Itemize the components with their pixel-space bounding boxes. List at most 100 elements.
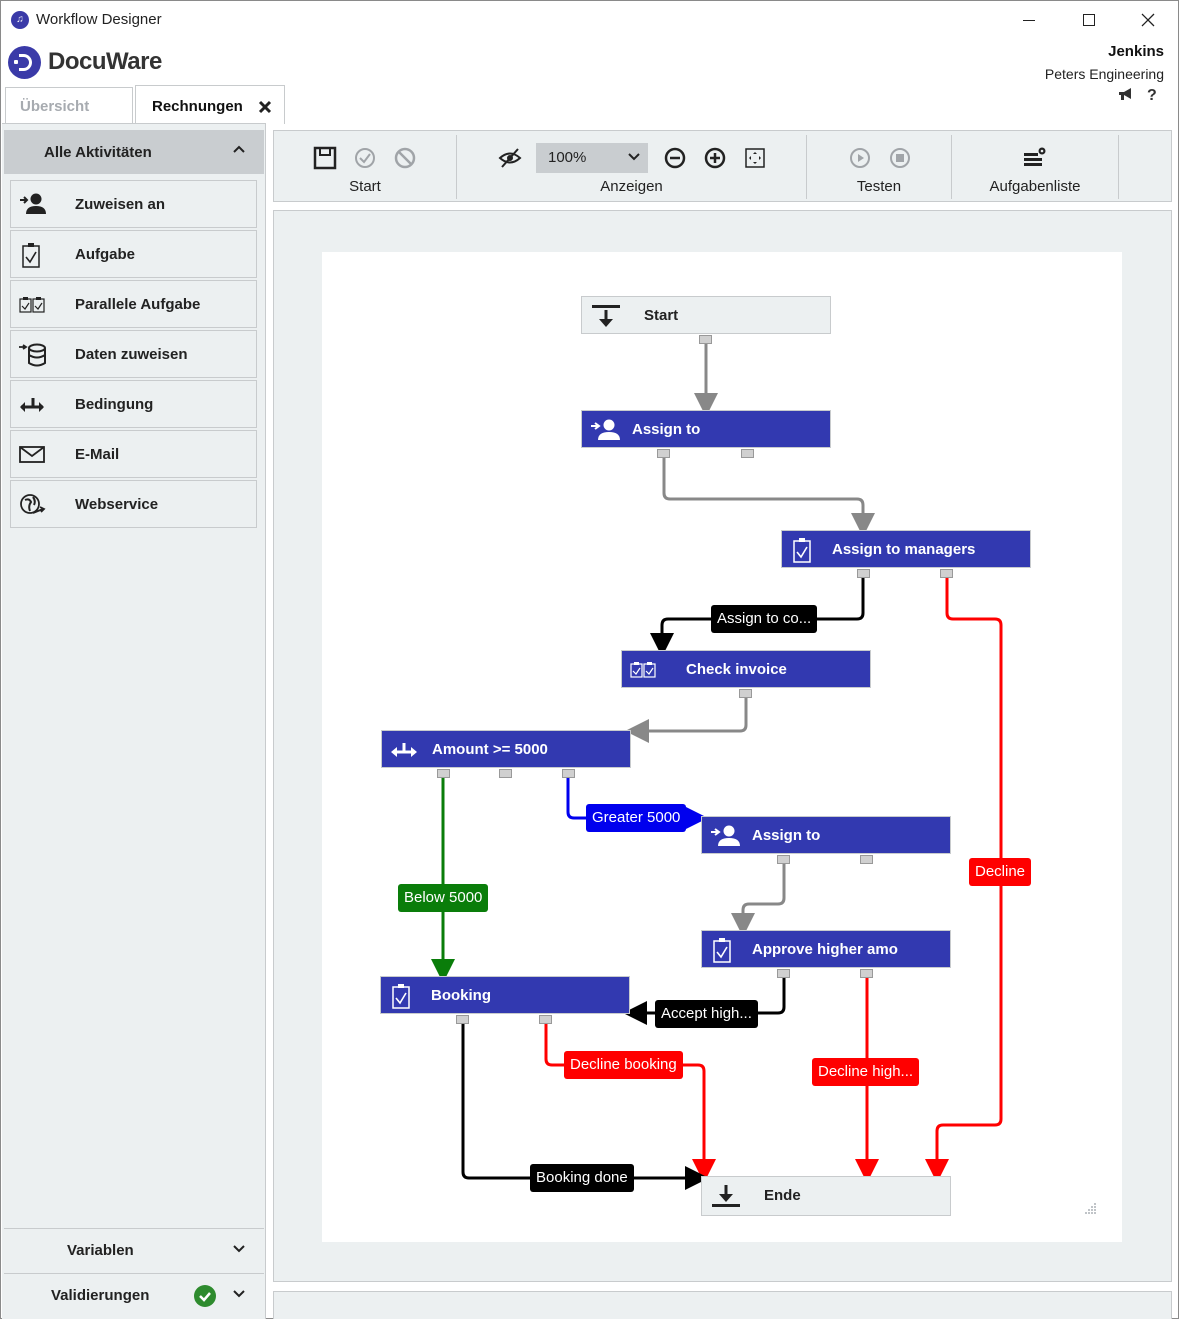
activity-assign-data[interactable]: Daten zuweisen xyxy=(10,330,257,378)
all-activities-label: Alle Aktivitäten xyxy=(44,144,152,161)
node-port[interactable] xyxy=(777,969,790,978)
node-check-invoice[interactable]: Check invoice xyxy=(621,650,871,688)
zoom-in-icon[interactable] xyxy=(702,145,728,171)
node-label: Amount >= 5000 xyxy=(432,741,548,758)
node-port[interactable] xyxy=(562,769,575,778)
close-window-button[interactable] xyxy=(1128,7,1168,33)
activity-webservice[interactable]: Webservice xyxy=(10,480,257,528)
stop-icon[interactable] xyxy=(887,145,913,171)
task-clipboard-icon xyxy=(713,938,731,963)
fit-to-screen-icon[interactable] xyxy=(742,145,768,171)
node-start[interactable]: Start xyxy=(581,296,831,334)
validate-icon[interactable] xyxy=(352,145,378,171)
activity-condition[interactable]: Bedingung xyxy=(10,380,257,428)
edge-label[interactable]: Accept high... xyxy=(655,1000,758,1028)
node-label: Assign to managers xyxy=(832,541,976,558)
toolbar-group-view: 100% Anzeigen xyxy=(457,135,807,199)
node-port[interactable] xyxy=(657,449,670,458)
node-assign-to-2[interactable]: Assign to xyxy=(701,816,951,854)
node-assign-to-managers[interactable]: Assign to managers xyxy=(781,530,1031,568)
node-port[interactable] xyxy=(739,689,752,698)
condition-icon xyxy=(391,743,417,757)
edge-label[interactable]: Below 5000 xyxy=(398,884,489,912)
node-port[interactable] xyxy=(777,855,790,864)
resize-grip-icon[interactable] xyxy=(1083,1201,1097,1215)
minimize-button[interactable] xyxy=(1009,7,1049,33)
edge-label[interactable]: Decline booking xyxy=(564,1051,683,1079)
all-activities-header[interactable]: Alle Aktivitäten xyxy=(4,130,264,174)
close-icon xyxy=(1141,13,1155,27)
node-port[interactable] xyxy=(539,1015,552,1024)
tab-invoices[interactable]: Rechnungen xyxy=(135,85,285,124)
webservice-icon xyxy=(20,494,46,514)
activity-label: Parallele Aufgabe xyxy=(75,296,201,313)
edge-label[interactable]: Greater 5000 xyxy=(586,804,687,832)
activity-label: Zuweisen an xyxy=(75,196,166,213)
task-clipboard-icon xyxy=(392,984,410,1009)
toolbar-group-label: Start xyxy=(349,178,381,195)
play-icon[interactable] xyxy=(847,145,873,171)
activity-label: Bedingung xyxy=(75,396,154,413)
megaphone-icon xyxy=(1119,88,1131,100)
workflow-designer-window: ♫ Workflow Designer DocuWare Jenkins Pet… xyxy=(0,0,1179,1319)
node-port[interactable] xyxy=(940,569,953,578)
node-port[interactable] xyxy=(699,335,712,344)
app-icon: ♫ xyxy=(11,11,29,29)
node-label: Approve higher amo xyxy=(752,941,898,958)
zoom-out-icon[interactable] xyxy=(662,145,688,171)
node-amount-condition[interactable]: Amount >= 5000 xyxy=(381,730,631,768)
zoom-level-select[interactable]: 100% xyxy=(536,143,648,173)
maximize-button[interactable] xyxy=(1069,7,1109,33)
ribbon-toolbar: Start 100% Anzeigen Testen Aufgabenliste xyxy=(273,130,1172,202)
close-tab-icon[interactable] xyxy=(258,100,272,114)
hide-icon[interactable] xyxy=(497,145,523,171)
chevron-down-icon xyxy=(233,1245,245,1253)
node-port[interactable] xyxy=(860,855,873,864)
edge-label[interactable]: Assign to co... xyxy=(711,605,818,633)
node-port[interactable] xyxy=(741,449,754,458)
node-port[interactable] xyxy=(499,769,512,778)
node-approve-higher-amount[interactable]: Approve higher amo xyxy=(701,930,951,968)
edge-label[interactable]: Decline xyxy=(969,858,1032,886)
activity-parallel-task[interactable]: Parallele Aufgabe xyxy=(10,280,257,328)
news-button[interactable] xyxy=(1117,87,1133,106)
activity-assign-to[interactable]: Zuweisen an xyxy=(10,180,257,228)
edge-label[interactable]: Decline high... xyxy=(812,1058,920,1086)
chevron-down-icon xyxy=(233,1290,245,1298)
activity-task[interactable]: Aufgabe xyxy=(10,230,257,278)
node-port[interactable] xyxy=(860,969,873,978)
node-port[interactable] xyxy=(456,1015,469,1024)
toolbar-group-label: Testen xyxy=(856,178,902,195)
edge-label[interactable]: Booking done xyxy=(530,1164,634,1192)
chevron-up-icon xyxy=(233,145,245,153)
node-assign-to[interactable]: Assign to xyxy=(581,410,831,448)
tab-overview-label: Übersicht xyxy=(20,98,90,115)
variables-label: Variablen xyxy=(67,1242,134,1259)
assign-data-icon xyxy=(19,343,46,367)
activity-label: Aufgabe xyxy=(75,246,135,263)
assign-user-icon xyxy=(20,193,46,214)
tasklist-settings-icon[interactable] xyxy=(1022,145,1048,171)
node-label: Assign to xyxy=(752,827,821,844)
title-bar: ♫ Workflow Designer xyxy=(1,1,1178,39)
toolbar-group-tasklist: Aufgabenliste xyxy=(952,135,1119,199)
node-port[interactable] xyxy=(437,769,450,778)
variables-section[interactable]: Variablen xyxy=(4,1228,264,1272)
activity-email[interactable]: E-Mail xyxy=(10,430,257,478)
chevron-down-icon xyxy=(628,153,640,161)
save-icon[interactable] xyxy=(312,145,338,171)
tab-invoices-label: Rechnungen xyxy=(152,98,243,115)
assign-user-icon xyxy=(591,419,620,440)
node-end[interactable]: Ende xyxy=(701,1176,951,1216)
tab-overview[interactable]: Übersicht xyxy=(5,87,133,123)
help-button[interactable]: ? xyxy=(1147,87,1157,105)
node-port[interactable] xyxy=(857,569,870,578)
validations-section[interactable]: Validierungen xyxy=(4,1273,264,1317)
brand-name: DocuWare xyxy=(48,48,162,75)
validation-ok-icon xyxy=(194,1285,216,1307)
cancel-icon[interactable] xyxy=(392,145,418,171)
node-booking[interactable]: Booking xyxy=(380,976,630,1014)
activity-label: Daten zuweisen xyxy=(75,346,188,363)
start-icon xyxy=(592,305,620,327)
user-name: Jenkins xyxy=(1108,43,1164,60)
